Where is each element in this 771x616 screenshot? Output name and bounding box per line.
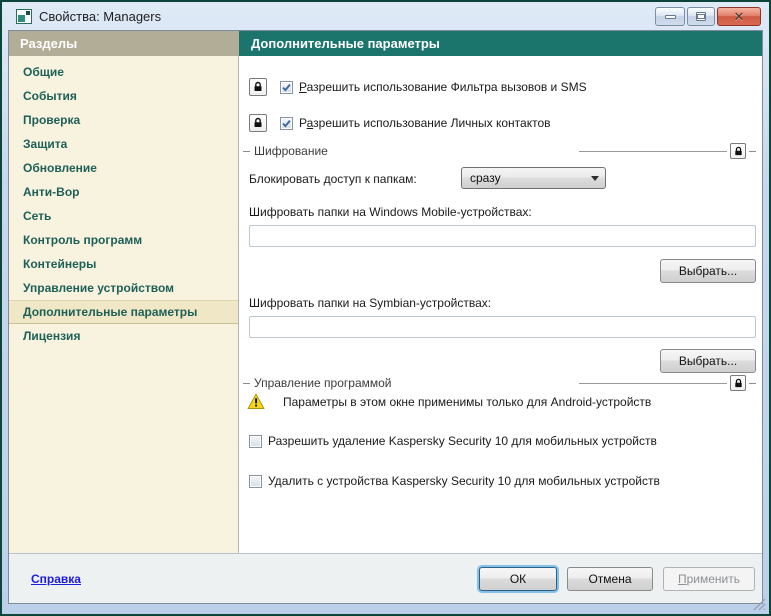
maximize-icon [696, 12, 706, 21]
warning-icon [247, 393, 265, 410]
sidebar-item-update[interactable]: Обновление [9, 156, 238, 180]
wm-folders-input[interactable] [249, 225, 756, 247]
sidebar-item-license[interactable]: Лицензия [9, 324, 238, 348]
choose-wm-folder-button[interactable]: Выбрать... [660, 259, 756, 283]
sidebar-item-additional-parameters[interactable]: Дополнительные параметры [9, 300, 238, 324]
warning-text: Параметры в этом окне применимы только д… [283, 394, 652, 409]
window-title: Свойства: Managers [39, 8, 162, 24]
resize-grip[interactable] [753, 598, 766, 611]
minimize-button[interactable] [655, 7, 685, 26]
checkbox-allow-removal[interactable] [249, 434, 262, 448]
checkbox-allow-call-sms-filter[interactable] [280, 80, 293, 94]
sidebar-item-network[interactable]: Сеть [9, 204, 238, 228]
sections-sidebar: Общие События Проверка Защита Обновление… [9, 56, 239, 553]
lock-icon [254, 81, 262, 91]
window-icon [16, 8, 32, 24]
sidebar-item-antitheft[interactable]: Анти-Вор [9, 180, 238, 204]
lock-toggle-contacts[interactable] [249, 114, 267, 132]
sidebar-item-scan[interactable]: Проверка [9, 108, 238, 132]
help-link[interactable]: Справка [31, 572, 81, 586]
symbian-folders-label: Шифровать папки на Symbian-устройствах: [249, 296, 492, 310]
chevron-down-icon [591, 175, 599, 181]
sidebar-item-containers[interactable]: Контейнеры [9, 252, 238, 276]
close-icon: ✕ [733, 9, 745, 24]
sidebar-item-protection[interactable]: Защита [9, 132, 238, 156]
sidebar-header: Разделы [9, 31, 239, 56]
checkbox-label: Разрешить использование Фильтра вызовов … [299, 80, 587, 94]
title-bar[interactable]: Свойства: Managers ✕ [8, 2, 763, 30]
symbian-folders-input[interactable] [249, 316, 756, 338]
choose-symbian-folder-button[interactable]: Выбрать... [660, 349, 756, 373]
section-encryption: Шифрование [243, 142, 756, 160]
dialog-footer: Справка ОК Отмена Применить [9, 553, 762, 603]
block-access-label: Блокировать доступ к папкам: [249, 172, 417, 186]
lock-toggle-encryption-section[interactable] [730, 143, 746, 159]
close-button[interactable]: ✕ [717, 7, 761, 26]
lock-toggle-management-section[interactable] [730, 375, 746, 391]
sidebar-item-general[interactable]: Общие [9, 60, 238, 84]
apply-button[interactable]: Применить [663, 566, 755, 591]
properties-window: Свойства: Managers ✕ Разделы Дополнитель… [0, 0, 771, 616]
sidebar-item-device-management[interactable]: Управление устройством [9, 276, 238, 300]
checkbox-allow-personal-contacts[interactable] [280, 116, 293, 130]
checkbox-label: Разрешить использование Личных контактов [299, 116, 551, 130]
lock-toggle-sms[interactable] [249, 78, 267, 96]
cancel-button[interactable]: Отмена [567, 566, 653, 591]
maximize-button[interactable] [687, 7, 715, 26]
checkbox-remove-from-device[interactable] [249, 474, 262, 488]
block-access-dropdown[interactable]: сразу [461, 167, 606, 189]
settings-panel: Разрешить использование Фильтра вызовов … [239, 56, 762, 553]
section-title: Шифрование [254, 144, 328, 158]
lock-icon [734, 378, 742, 387]
lock-icon [734, 146, 742, 155]
minimize-icon [664, 14, 676, 19]
sidebar-item-events[interactable]: События [9, 84, 238, 108]
checkmark-icon [282, 119, 291, 128]
ok-button[interactable]: ОК [479, 566, 557, 591]
lock-icon [254, 117, 262, 127]
checkmark-icon [282, 83, 291, 92]
checkbox-label: Удалить с устройства Kaspersky Security … [268, 474, 660, 488]
wm-folders-label: Шифровать папки на Windows Mobile-устрой… [249, 205, 532, 219]
section-title: Управление программой [254, 376, 392, 390]
checkbox-label: Разрешить удаление Kaspersky Security 10… [268, 434, 657, 448]
page-title: Дополнительные параметры [239, 31, 762, 56]
android-warning: Параметры в этом окне применимы только д… [247, 393, 651, 410]
sidebar-item-app-control[interactable]: Контроль программ [9, 228, 238, 252]
dropdown-value: сразу [470, 171, 501, 185]
section-app-management: Управление программой [243, 374, 756, 392]
